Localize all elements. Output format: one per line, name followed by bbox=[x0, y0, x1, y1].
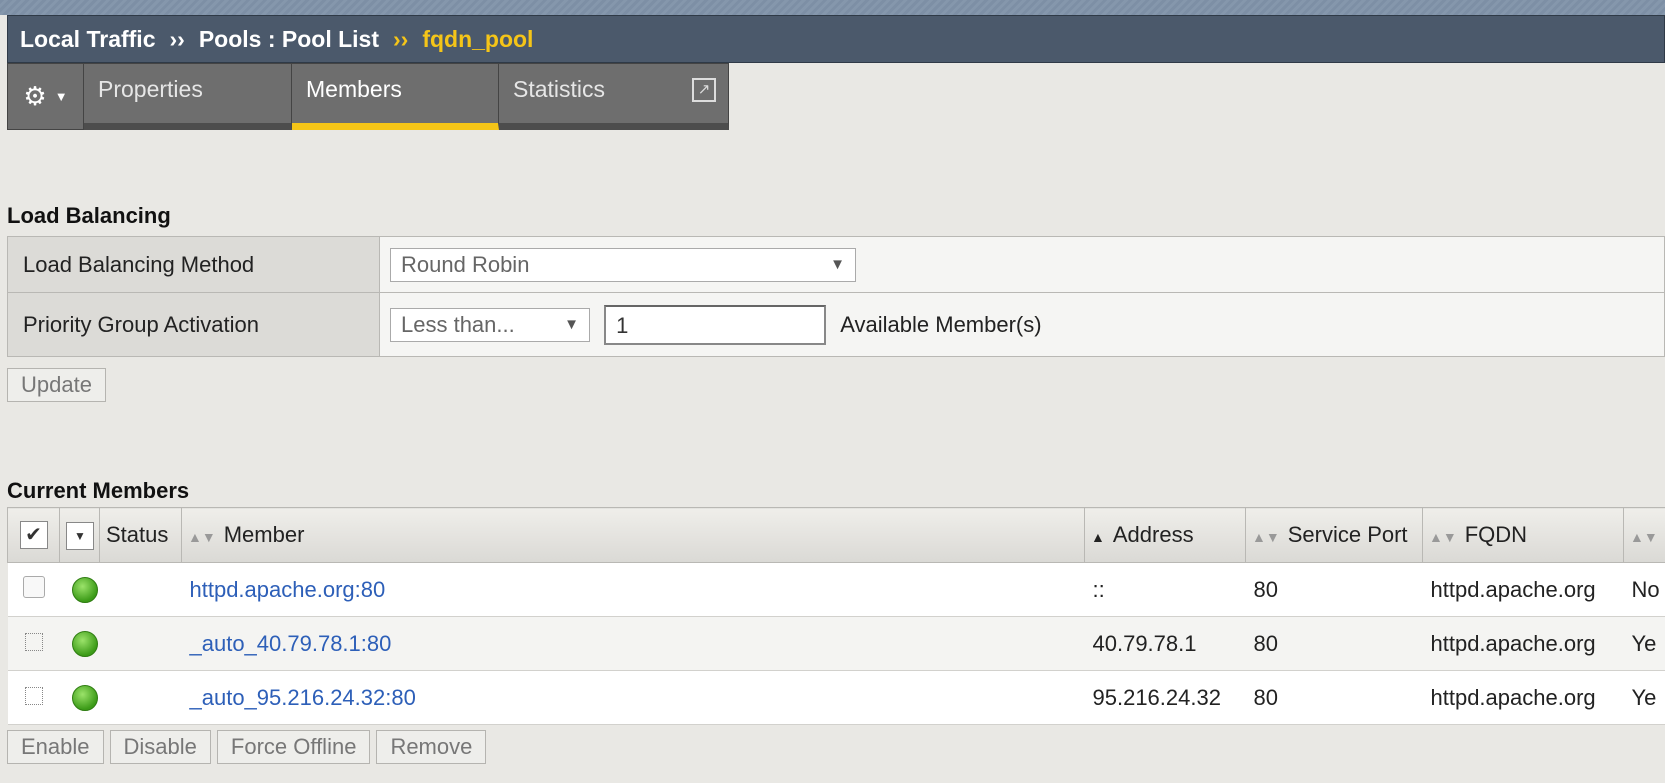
tab-bar: ⚙ ▼ Properties Members Statistics ↗ bbox=[7, 63, 729, 130]
column-header-more[interactable]: ▲▼ bbox=[1623, 507, 1665, 563]
extra-cell: No bbox=[1623, 562, 1665, 617]
address-cell: 40.79.78.1 bbox=[1084, 616, 1246, 671]
service-port-cell: 80 bbox=[1245, 562, 1423, 617]
breadcrumb-separator: ›› bbox=[169, 25, 185, 52]
column-header-label: Member bbox=[223, 522, 305, 547]
load-balancing-table: Load Balancing Method Round Robin ▼ Prio… bbox=[7, 236, 1665, 357]
dropdown-arrow-icon: ▼ bbox=[830, 256, 845, 273]
sort-icon: ▲▼ bbox=[1630, 529, 1658, 545]
column-header-fqdn[interactable]: ▲▼ FQDN bbox=[1422, 507, 1624, 563]
address-cell: :: bbox=[1084, 562, 1246, 617]
breadcrumb-separator: ›› bbox=[392, 25, 409, 52]
row-checkbox-disabled bbox=[24, 686, 43, 705]
tab-members[interactable]: Members bbox=[292, 63, 499, 130]
enable-button[interactable]: Enable bbox=[7, 730, 104, 764]
column-header-service-port[interactable]: ▲▼ Service Port bbox=[1245, 507, 1423, 563]
members-table: ✔ ▼ Status ▲▼ Member ▲ Address ▲▼ Service P… bbox=[7, 507, 1665, 725]
row-checkbox-cell bbox=[7, 616, 60, 671]
status-available-icon bbox=[71, 685, 98, 712]
priority-count-input[interactable]: 1 bbox=[604, 304, 827, 345]
priority-group-label: Priority Group Activation bbox=[7, 292, 380, 357]
column-header-label: FQDN bbox=[1464, 522, 1528, 547]
column-header-label: Service Port bbox=[1287, 522, 1408, 547]
fqdn-cell: httpd.apache.org bbox=[1422, 670, 1624, 725]
table-row: _auto_95.216.24.32:80 95.216.24.32 80 ht… bbox=[7, 670, 1665, 725]
chevron-down-icon: ▼ bbox=[54, 89, 68, 104]
sort-icon: ▲▼ bbox=[1429, 529, 1457, 545]
member-action-buttons: Enable Disable Force Offline Remove bbox=[7, 730, 487, 764]
row-checkbox-cell bbox=[7, 670, 60, 725]
member-link[interactable]: httpd.apache.org:80 bbox=[190, 577, 386, 602]
lb-method-select[interactable]: Round Robin ▼ bbox=[390, 247, 856, 282]
priority-group-select[interactable]: Less than... ▼ bbox=[390, 307, 590, 342]
extra-cell: Ye bbox=[1623, 616, 1665, 671]
service-port-cell: 80 bbox=[1245, 616, 1423, 671]
status-cell bbox=[59, 562, 182, 617]
member-link[interactable]: _auto_40.79.78.1:80 bbox=[190, 631, 392, 656]
fqdn-cell: httpd.apache.org bbox=[1422, 616, 1624, 671]
row-checkbox-disabled bbox=[24, 632, 43, 651]
member-link[interactable]: _auto_95.216.24.32:80 bbox=[190, 685, 416, 710]
tab-label: Statistics bbox=[513, 76, 606, 102]
available-members-label: Available Member(s) bbox=[840, 311, 1042, 337]
dropdown-arrow-icon: ▼ bbox=[564, 316, 579, 333]
breadcrumb: Local Traffic ›› Pools : Pool List ›› fq… bbox=[7, 15, 1665, 63]
breadcrumb-local-traffic[interactable]: Local Traffic bbox=[20, 26, 155, 53]
disable-button[interactable]: Disable bbox=[109, 730, 211, 764]
priority-group-cell: Less than... ▼ 1 Available Member(s) bbox=[379, 292, 1665, 357]
select-all-header: ✔ bbox=[7, 507, 60, 563]
column-header-label: Address bbox=[1112, 522, 1194, 547]
fqdn-cell: httpd.apache.org bbox=[1422, 562, 1624, 617]
gear-icon: ⚙ bbox=[23, 81, 47, 111]
lb-method-label: Load Balancing Method bbox=[7, 236, 380, 293]
table-row: _auto_40.79.78.1:80 40.79.78.1 80 httpd.… bbox=[7, 616, 1665, 671]
address-cell: 95.216.24.32 bbox=[1084, 670, 1246, 725]
status-available-icon bbox=[71, 631, 98, 658]
load-balancing-title: Load Balancing bbox=[7, 203, 171, 228]
update-button[interactable]: Update bbox=[7, 368, 106, 402]
sort-ascending-icon: ▲ bbox=[1091, 529, 1105, 545]
column-header-status: Status bbox=[99, 507, 182, 563]
tab-properties[interactable]: Properties bbox=[84, 63, 292, 130]
column-header-address[interactable]: ▲ Address bbox=[1084, 507, 1246, 563]
tab-statistics[interactable]: Statistics ↗ bbox=[499, 63, 729, 130]
gear-menu-button[interactable]: ⚙ ▼ bbox=[7, 63, 84, 130]
row-checkbox[interactable] bbox=[22, 575, 45, 598]
breadcrumb-current: fqdn_pool bbox=[422, 25, 534, 52]
breadcrumb-pool-list[interactable]: Pools : Pool List bbox=[199, 26, 379, 53]
top-strip bbox=[0, 0, 1665, 15]
status-cell bbox=[59, 670, 182, 725]
table-header-row: ✔ ▼ Status ▲▼ Member ▲ Address ▲▼ Service P… bbox=[7, 507, 1665, 563]
select-all-checkbox[interactable]: ✔ bbox=[19, 521, 48, 549]
column-header-member[interactable]: ▲▼ Member bbox=[181, 507, 1085, 563]
member-cell: httpd.apache.org:80 bbox=[181, 562, 1085, 617]
remove-button[interactable]: Remove bbox=[376, 730, 487, 764]
lb-method-value: Round Robin bbox=[401, 251, 530, 277]
member-cell: _auto_40.79.78.1:80 bbox=[181, 616, 1085, 671]
table-row: httpd.apache.org:80 :: 80 httpd.apache.o… bbox=[7, 562, 1665, 617]
tab-label: Members bbox=[306, 76, 402, 102]
tab-label: Properties bbox=[98, 76, 203, 102]
priority-group-value: Less than... bbox=[401, 311, 515, 337]
status-filter-dropdown[interactable]: ▼ bbox=[66, 522, 94, 550]
force-offline-button[interactable]: Force Offline bbox=[216, 730, 371, 764]
row-checkbox-cell bbox=[7, 562, 60, 617]
status-filter-header: ▼ bbox=[59, 507, 100, 563]
sort-icon: ▲▼ bbox=[188, 529, 216, 545]
member-cell: _auto_95.216.24.32:80 bbox=[181, 670, 1085, 725]
service-port-cell: 80 bbox=[1245, 670, 1423, 725]
extra-cell: Ye bbox=[1623, 670, 1665, 725]
sort-icon: ▲▼ bbox=[1252, 529, 1280, 545]
current-members-title: Current Members bbox=[7, 478, 190, 503]
status-cell bbox=[59, 616, 182, 671]
lb-method-cell: Round Robin ▼ bbox=[379, 236, 1665, 293]
external-link-icon[interactable]: ↗ bbox=[692, 78, 716, 102]
status-available-icon bbox=[71, 577, 98, 604]
